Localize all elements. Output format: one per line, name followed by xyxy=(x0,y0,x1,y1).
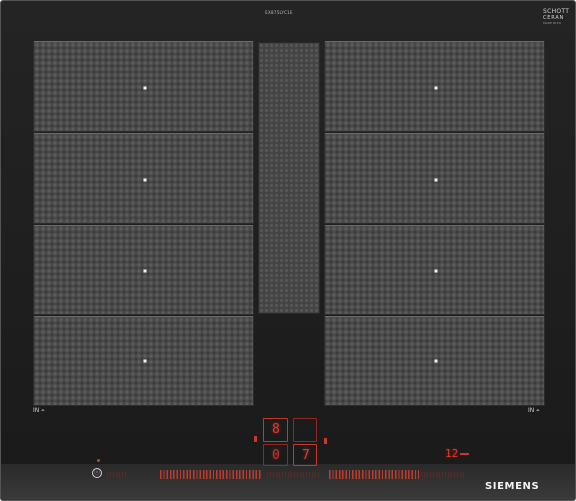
power-level-digit: 8 xyxy=(272,422,280,437)
cooking-zone-left-4[interactable] xyxy=(33,316,254,406)
zone-edge xyxy=(34,316,253,317)
cooking-zone-right-2[interactable] xyxy=(324,133,545,224)
zone-edge xyxy=(325,133,544,134)
zone-indicator-left xyxy=(254,436,257,442)
cooking-zone-right-1[interactable] xyxy=(324,41,545,132)
cooking-zone-right-3[interactable] xyxy=(324,225,545,315)
zone-center-marker xyxy=(143,359,147,363)
cooking-zone-left-1[interactable] xyxy=(33,41,254,132)
zone-edge xyxy=(325,225,544,226)
zone-center-marker xyxy=(143,178,147,182)
timer-unit-indicator xyxy=(460,453,469,455)
model-code: EX875LYC1E xyxy=(265,10,293,15)
power-display-bottom-right[interactable]: 7 xyxy=(293,444,317,466)
slider-left-faint xyxy=(107,472,127,477)
zone-center-marker xyxy=(434,269,438,273)
power-slider-left[interactable] xyxy=(160,470,262,479)
power-slider-right[interactable] xyxy=(329,470,419,479)
zone-indicator-right xyxy=(324,438,327,444)
zone-center-marker xyxy=(434,86,438,90)
power-display-top-left[interactable]: 8 xyxy=(263,418,288,442)
power-level-digit-right: 7 xyxy=(302,448,310,463)
power-level-digit-secondary: 0 xyxy=(272,448,280,463)
brand-logo: SIEMENS xyxy=(485,481,540,492)
zone-edge xyxy=(34,225,253,226)
slider-right-faint xyxy=(421,472,465,477)
zone-edge xyxy=(34,41,253,42)
schott-ceran-logo: SCHOTT CERAN MADE IN EU xyxy=(543,9,569,26)
zone-center-marker xyxy=(143,269,147,273)
induction-cooktop: EX875LYC1E SCHOTT CERAN MADE IN EU IN ⩡ … xyxy=(0,0,576,501)
power-button[interactable]: ⓘ xyxy=(92,468,102,478)
zone-edge xyxy=(325,41,544,42)
flex-zone-label-right: IN ⩡ xyxy=(528,407,540,414)
logo-line-3: MADE IN EU xyxy=(543,21,561,25)
slider-center-faint xyxy=(267,472,319,477)
timer-display[interactable]: 12 xyxy=(445,448,458,459)
zone-center-marker xyxy=(143,86,147,90)
zone-edge xyxy=(34,133,253,134)
center-strip xyxy=(258,42,320,314)
cooking-zone-left-2[interactable] xyxy=(33,133,254,224)
zone-center-marker xyxy=(434,359,438,363)
power-display-bottom-left[interactable]: 0 xyxy=(263,444,288,466)
zone-edge xyxy=(325,316,544,317)
power-indicator-led xyxy=(97,459,100,462)
cooking-zone-left-3[interactable] xyxy=(33,225,254,315)
cooking-zone-right-4[interactable] xyxy=(324,316,545,406)
power-display-top-right[interactable] xyxy=(293,418,317,442)
flex-zone-label-left: IN ⩡ xyxy=(33,407,45,414)
zone-center-marker xyxy=(434,178,438,182)
